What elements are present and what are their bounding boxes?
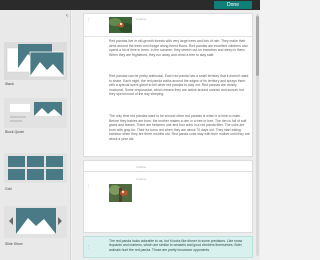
caption-placeholder[interactable]: Caption [136,177,146,181]
layout-option-stack[interactable]: Stack [2,42,69,86]
drag-handle-icon[interactable]: ⋮ [86,184,91,188]
caption-placeholder[interactable]: Caption [136,17,146,21]
story-editor: ⋮ Caption Red pandas live in old-growth … [72,10,260,260]
layout-label-slide-show: Slide Show [5,242,23,246]
drag-handle-icon[interactable]: ⋮ [86,18,91,22]
chevron-left-icon[interactable]: ‹ [66,13,68,19]
drag-handle-icon[interactable]: ⋮ [86,245,91,249]
block-quote-layout-thumbnail [4,98,67,128]
layout-option-block-quote[interactable]: Block Quote [2,98,69,134]
content-block-text-selected[interactable]: ⋮ The red panda looks adorable to us, bu… [83,236,253,258]
layout-option-grid[interactable]: Grid [2,153,69,191]
layout-label-stack: Stack [5,82,14,86]
paragraph-3[interactable]: The only time red pandas want to be arou… [109,114,250,141]
top-bar: Done [0,0,260,10]
paragraph-1[interactable]: Red pandas live in old-growth forests wi… [109,39,250,57]
content-block-image-2[interactable]: ⋮ Caption [83,171,253,233]
layout-label-block-quote: Block Quote [5,130,25,134]
layout-label-grid: Grid [5,187,12,191]
layout-sidebar: ‹ Stack Block Quote Grid Slide Show [0,10,71,260]
caption-placeholder[interactable]: Caption [136,165,146,169]
red-panda-tree-image[interactable] [109,184,132,202]
paragraph-2[interactable]: Red pandas can be pretty antisocial. Eac… [109,74,250,97]
layout-option-slide-show[interactable]: Slide Show [2,206,69,246]
scrollbar[interactable] [256,14,259,256]
grid-layout-thumbnail [4,153,67,183]
scrollbar-thumb[interactable] [256,16,259,76]
stack-layout-thumbnail [4,42,67,80]
selected-paragraph[interactable]: The red panda looks adorable to us, but … [109,239,251,252]
divider [84,36,254,37]
red-panda-image[interactable] [109,17,132,33]
done-button[interactable]: Done [214,1,252,9]
slide-show-layout-thumbnail [4,206,67,238]
content-block-image-text[interactable]: ⋮ Caption Red pandas live in old-growth … [83,13,254,157]
